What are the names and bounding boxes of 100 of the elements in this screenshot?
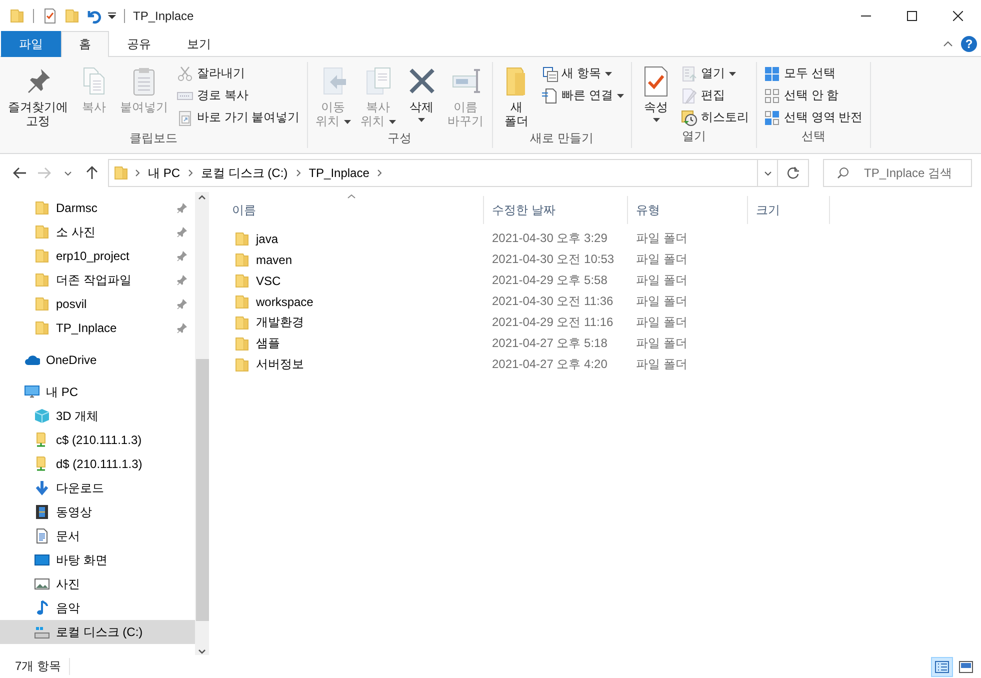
column-header[interactable]: 크기 xyxy=(748,196,830,224)
folder-icon xyxy=(234,314,250,330)
navigation-item[interactable]: c$ (210.111.1.3) xyxy=(0,428,195,452)
folder-icon xyxy=(9,8,25,24)
column-header[interactable]: 수정한 날짜 xyxy=(484,196,628,224)
ribbon-group-label: 열기 xyxy=(681,128,708,145)
ribbon-tab[interactable]: 공유 xyxy=(109,31,169,57)
navigation-item[interactable]: 문서 xyxy=(0,524,195,548)
type-cell-text: 파일 폴더 xyxy=(635,314,688,331)
navigation-item[interactable]: posvil xyxy=(0,292,195,316)
chevron-right-icon xyxy=(135,169,140,177)
file-name-cell[interactable]: 샘플 xyxy=(224,335,484,352)
modified-date-cell-text: 2021-04-30 오전 11:36 xyxy=(491,293,614,310)
ribbon-button[interactable]: 즐겨찾기에 고정 xyxy=(4,62,72,130)
file-name-cell[interactable]: java xyxy=(224,230,484,246)
navigation-item[interactable]: 로컬 디스크 (C:) xyxy=(0,620,195,644)
breadcrumb[interactable]: TP_Inplace xyxy=(306,166,372,180)
ribbon-tab[interactable]: 홈 xyxy=(61,31,109,57)
navigation-item[interactable]: 3D 개체 xyxy=(0,404,195,428)
help-button[interactable]: ? xyxy=(961,36,977,52)
breadcrumb[interactable]: 내 PC xyxy=(146,164,182,182)
folder-icon xyxy=(34,248,50,264)
chevron-right-icon xyxy=(377,169,382,177)
large-icons-view-icon xyxy=(959,660,973,672)
folder-icon xyxy=(234,336,250,352)
ribbon-group-label: 클립보드 xyxy=(128,130,178,147)
scroll-down-icon xyxy=(198,649,206,654)
collapse-ribbon-icon xyxy=(943,40,953,46)
modified-date-cell-text: 2021-04-30 오전 10:53 xyxy=(491,251,616,268)
type-cell-text: 파일 폴더 xyxy=(635,251,688,268)
folder-icon xyxy=(234,294,250,310)
navigation-item[interactable]: 소 사진 xyxy=(0,220,195,244)
file-name-cell[interactable]: workspace xyxy=(224,294,484,310)
navigation-item[interactable]: 내 PC xyxy=(0,380,195,404)
view-button[interactable] xyxy=(931,656,953,676)
search-field[interactable]: TP_Inplace 검색 xyxy=(823,159,972,187)
navigation-item[interactable]: 더존 작업파일 xyxy=(0,268,195,292)
scrollbar-thumb[interactable] xyxy=(196,358,208,620)
checkmark-document-icon xyxy=(42,8,58,24)
refresh-button[interactable] xyxy=(778,159,809,187)
document-icon xyxy=(34,528,50,544)
ribbon-button[interactable]: 선택 영역 반전 xyxy=(761,107,866,128)
navigation-item[interactable]: TP_Inplace xyxy=(0,316,195,340)
maximize-icon xyxy=(907,10,917,20)
ribbon-button[interactable]: 히스토리 xyxy=(678,107,752,128)
address-field[interactable]: 내 PC 로컬 디스크 (C:) TP_Inplace xyxy=(108,159,778,187)
film-icon xyxy=(34,504,50,520)
ribbon-button[interactable]: 새 폴더 xyxy=(496,62,537,130)
ribbon-button[interactable]: 새 항목 xyxy=(538,63,628,84)
cube-icon xyxy=(34,408,50,424)
ribbon-button[interactable]: 모두 선택 xyxy=(761,63,866,84)
type-cell-text: 파일 폴더 xyxy=(635,230,688,247)
details-view-icon xyxy=(935,660,949,672)
modified-date-cell-text: 2021-04-29 오후 5:58 xyxy=(491,272,608,289)
navigation-item[interactable]: d$ (210.111.1.3) xyxy=(0,452,195,476)
navigation-item[interactable]: 바탕 화면 xyxy=(0,548,195,572)
partial-grid-icon xyxy=(764,110,780,126)
ribbon-button[interactable]: 빠른 연결 xyxy=(538,85,628,106)
column-header[interactable]: 이름 xyxy=(224,196,484,224)
folder-icon xyxy=(234,230,250,246)
forward-arrow-icon xyxy=(37,167,51,179)
document-icon xyxy=(542,88,558,104)
type-cell-text: 파일 폴더 xyxy=(635,356,688,373)
ribbon-group-label: 구성 xyxy=(386,130,413,147)
ribbon-button[interactable]: 속성 xyxy=(636,62,676,124)
navigation-item[interactable]: Darmsc xyxy=(0,196,195,220)
file-name-cell[interactable]: maven xyxy=(224,252,484,268)
history-icon xyxy=(681,110,698,126)
folder-icon xyxy=(34,272,50,288)
navigation-item[interactable]: erp10_project xyxy=(0,244,195,268)
folder-icon xyxy=(34,296,50,312)
ribbon-tab[interactable]: 파일 xyxy=(1,31,61,57)
search-icon xyxy=(837,167,849,179)
file-name-cell[interactable]: VSC xyxy=(224,272,484,288)
navigation-item[interactable]: 음악 xyxy=(0,596,195,620)
chevron-down-icon xyxy=(64,170,72,176)
edit-icon xyxy=(681,88,698,104)
refresh-icon xyxy=(787,167,799,179)
back-arrow-icon xyxy=(13,167,27,179)
folder-icon xyxy=(234,252,250,268)
customize-caret-icon xyxy=(108,12,116,20)
file-name-cell[interactable]: 개발환경 xyxy=(224,314,484,331)
chevron-down-icon xyxy=(764,170,772,176)
chevron-right-icon xyxy=(296,169,301,177)
navigation-item[interactable]: 사진 xyxy=(0,572,195,596)
up-arrow-icon xyxy=(86,166,98,180)
navigation-item[interactable]: OneDrive xyxy=(0,348,195,372)
scrollbar[interactable] xyxy=(195,192,209,655)
navigation-item[interactable]: 동영상 xyxy=(0,500,195,524)
folder-icon xyxy=(234,272,250,288)
chevron-right-icon xyxy=(188,169,194,177)
column-header[interactable]: 유형 xyxy=(628,196,748,224)
file-name-cell[interactable]: 서버정보 xyxy=(224,356,484,373)
ribbon-tab[interactable]: 보기 xyxy=(169,31,229,57)
open-icon xyxy=(681,66,698,82)
ribbon-button[interactable]: 선택 안 함 xyxy=(761,85,866,106)
breadcrumb[interactable]: 로컬 디스크 (C:) xyxy=(199,164,290,182)
navigation-item[interactable]: 다운로드 xyxy=(0,476,195,500)
ribbon-button[interactable]: 삭제 xyxy=(402,62,442,124)
folder-icon xyxy=(34,320,50,336)
